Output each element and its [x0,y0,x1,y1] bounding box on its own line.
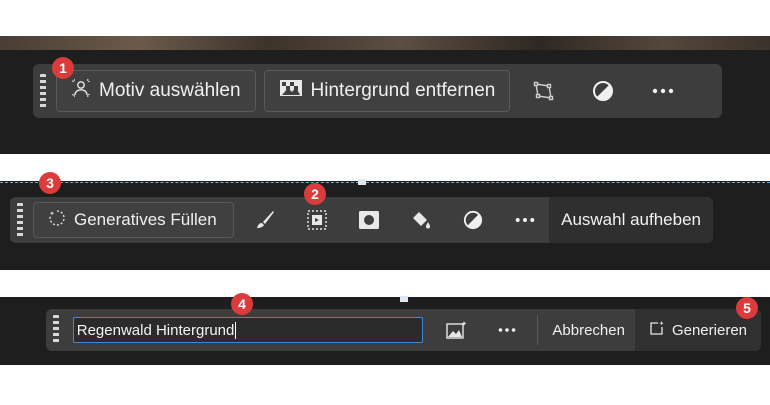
callout-badge-2: 2 [304,183,326,205]
invert-selection-icon[interactable] [294,202,340,238]
drag-handle[interactable] [17,203,23,237]
transform-icon[interactable] [520,70,566,112]
selection-marquee [0,182,770,183]
adjust-icon[interactable] [450,202,496,238]
prompt-text: Regenwald Hintergrund [76,321,235,339]
deselect-button[interactable]: Auswahl aufheben [549,197,713,243]
cancel-button[interactable]: Abbrechen [538,322,635,339]
more-icon[interactable] [485,312,529,348]
text-caret [235,321,237,339]
remove-background-button[interactable]: Hintergrund entfernen [263,70,511,112]
brush-icon[interactable] [242,202,288,238]
callout-badge-4: 4 [231,293,253,315]
more-icon[interactable] [640,70,686,112]
contextual-taskbar-3: Regenwald Hintergrund Abbrechen Generier… [46,309,761,351]
generative-fill-icon [48,209,66,232]
photo-edge [0,36,770,50]
callout-badge-5: 5 [736,297,758,319]
prompt-input[interactable]: Regenwald Hintergrund [72,317,424,343]
callout-badge-3: 3 [39,172,61,194]
generative-fill-button[interactable]: Generatives Füllen [33,202,234,238]
selection-handle[interactable] [400,296,408,302]
drag-handle[interactable] [53,315,59,345]
contextual-taskbar-1: Motiv auswählen Hintergrund entfernen [33,64,722,118]
mask-icon[interactable] [346,202,392,238]
select-subject-button[interactable]: Motiv auswählen [56,70,256,112]
drag-handle[interactable] [40,74,46,108]
remove-background-icon [279,78,303,104]
generate-icon [649,320,665,340]
select-subject-label: Motiv auswählen [99,80,241,101]
reference-image-icon[interactable] [435,312,479,348]
more-icon[interactable] [502,202,548,238]
generative-fill-label: Generatives Füllen [74,210,217,229]
generate-label: Generieren [671,321,747,339]
selection-handle[interactable] [358,179,366,185]
callout-badge-1: 1 [52,57,74,79]
page: Motiv auswählen Hintergrund entfernen Ge… [0,0,770,405]
adjust-icon[interactable] [580,70,626,112]
remove-background-label: Hintergrund entfernen [310,80,496,101]
select-subject-icon [71,78,91,104]
contextual-taskbar-2: Generatives Füllen Auswahl aufheben [10,197,713,243]
fill-bucket-icon[interactable] [398,202,444,238]
